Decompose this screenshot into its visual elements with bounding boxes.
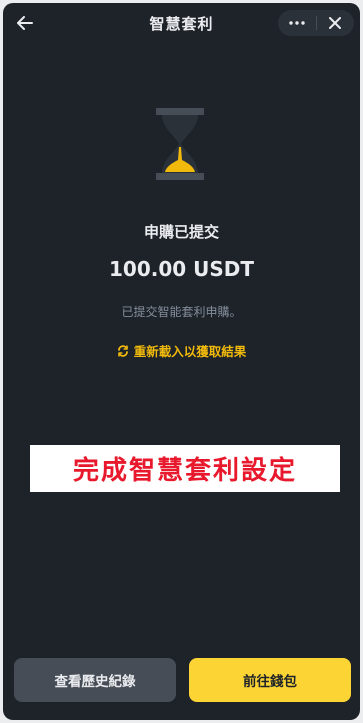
app-screen: 智慧套利 申購已提交 100.00 USDT 已提交智能套利申購。 重新載入以獲… <box>3 3 360 720</box>
view-history-button[interactable]: 查看歷史紀錄 <box>14 658 176 702</box>
header-actions <box>278 10 354 36</box>
reload-label: 重新載入以獲取結果 <box>133 344 247 359</box>
amount-value: 100.00 USDT <box>108 257 255 281</box>
status-description: 已提交智能套利申購。 <box>121 305 242 319</box>
close-icon <box>329 17 341 29</box>
close-button[interactable] <box>316 10 354 36</box>
header-bar: 智慧套利 <box>3 3 360 43</box>
hourglass-icon <box>156 108 204 180</box>
reload-link[interactable]: 重新載入以獲取結果 <box>3 341 360 360</box>
banner-text: 完成智慧套利設定 <box>72 456 297 486</box>
more-button[interactable] <box>278 10 316 36</box>
refresh-icon <box>117 344 128 357</box>
status-title: 申購已提交 <box>143 223 219 241</box>
go-to-wallet-button[interactable]: 前往錢包 <box>189 658 351 702</box>
more-dots-icon <box>289 21 305 25</box>
caption-banner: 完成智慧套利設定 <box>30 445 340 492</box>
